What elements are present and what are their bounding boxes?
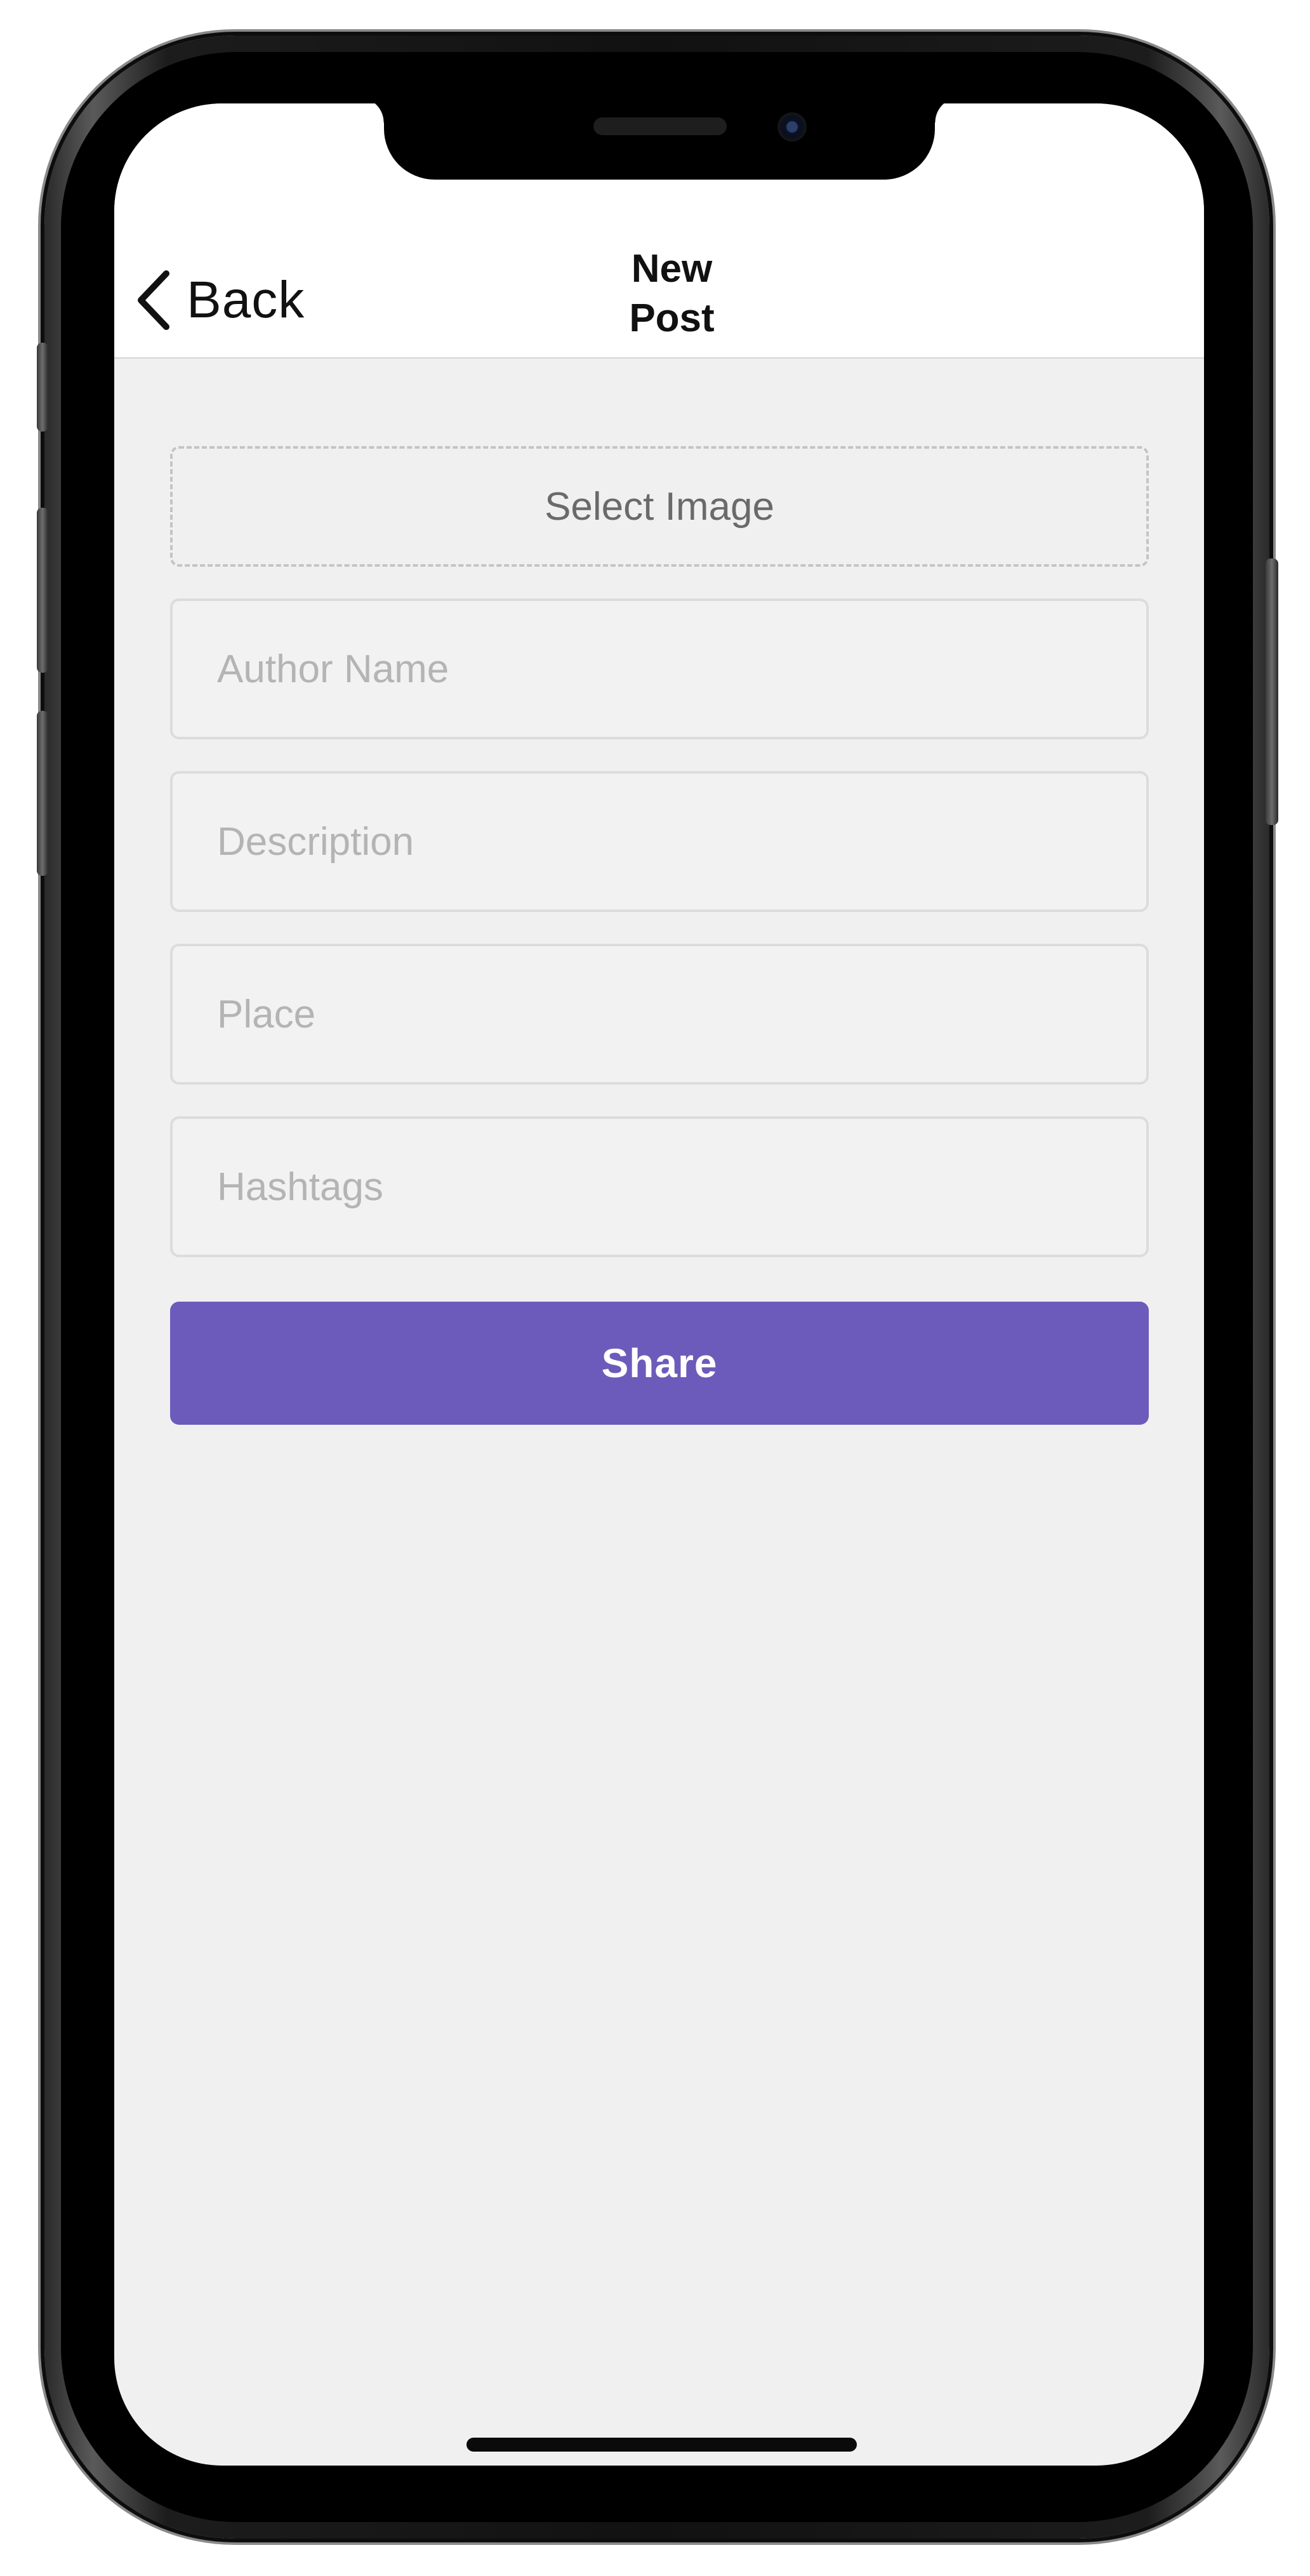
chevron-left-icon [135,268,173,332]
hashtags-field [170,1116,1149,1257]
share-button[interactable]: Share [170,1302,1149,1425]
place-field [170,944,1149,1085]
back-button[interactable]: Back [135,256,305,345]
select-image-button[interactable]: Select Image [170,446,1149,567]
speaker-grille [593,117,727,135]
back-label: Back [187,271,305,329]
description-input[interactable] [173,774,1146,909]
screen: Back New Post Select Image Share [114,103,1204,2466]
description-field [170,771,1149,912]
home-indicator[interactable] [466,2438,857,2452]
new-post-form: Select Image Share [170,446,1149,1425]
notch [359,103,960,180]
front-camera [777,112,807,142]
author-name-input[interactable] [173,601,1146,737]
silent-switch [37,343,48,432]
power-button [1266,558,1278,825]
volume-down-button [37,711,48,876]
volume-up-button [37,508,48,673]
hashtags-input[interactable] [173,1119,1146,1255]
page-title: New Post [629,247,715,340]
author-name-field [170,598,1149,739]
place-input[interactable] [173,946,1146,1082]
